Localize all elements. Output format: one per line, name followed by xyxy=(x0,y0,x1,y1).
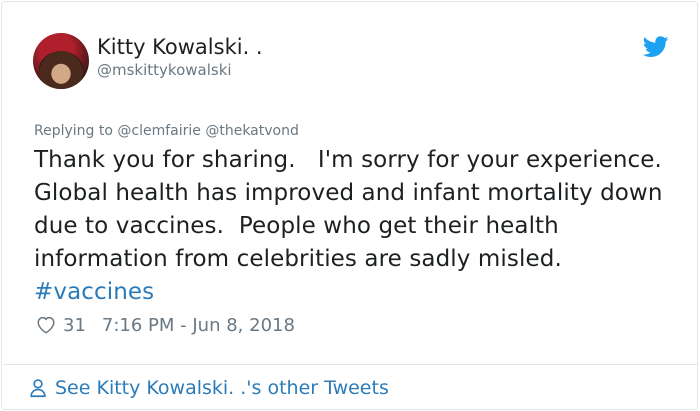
tweet-body: Thank you for sharing. I'm sorry for you… xyxy=(34,147,685,272)
see-other-tweets-link[interactable]: See Kitty Kowalski. .'s other Tweets xyxy=(27,375,389,401)
mention-link[interactable]: @thekatvond xyxy=(205,123,299,139)
hashtag-link[interactable]: #vaccines xyxy=(34,279,154,305)
tweet-text: Thank you for sharing. I'm sorry for you… xyxy=(34,144,674,309)
heart-icon[interactable] xyxy=(35,314,57,336)
twitter-bird-icon[interactable] xyxy=(643,36,669,58)
avatar-portrait xyxy=(39,51,83,89)
replying-to-prefix: Replying to xyxy=(34,123,113,139)
other-tweets-label[interactable]: See Kitty Kowalski. .'s other Tweets xyxy=(55,377,389,399)
tweet-meta: 31 7:16 PM - Jun 8, 2018 xyxy=(35,312,295,338)
mention-link[interactable]: @clemfairie xyxy=(117,123,201,139)
person-icon xyxy=(30,379,46,398)
footer-divider xyxy=(3,364,699,365)
author-name[interactable]: Kitty Kowalski. . xyxy=(97,35,263,59)
author-handle[interactable]: @mskittykowalski xyxy=(97,61,232,79)
tweet-timestamp[interactable]: 7:16 PM - Jun 8, 2018 xyxy=(102,315,295,336)
replying-to: Replying to @clemfairie @thekatvond xyxy=(34,123,299,139)
tweet-card: Kitty Kowalski. . @mskittykowalski Reply… xyxy=(1,1,699,410)
like-count[interactable]: 31 xyxy=(63,315,86,336)
author-avatar[interactable] xyxy=(33,33,89,89)
